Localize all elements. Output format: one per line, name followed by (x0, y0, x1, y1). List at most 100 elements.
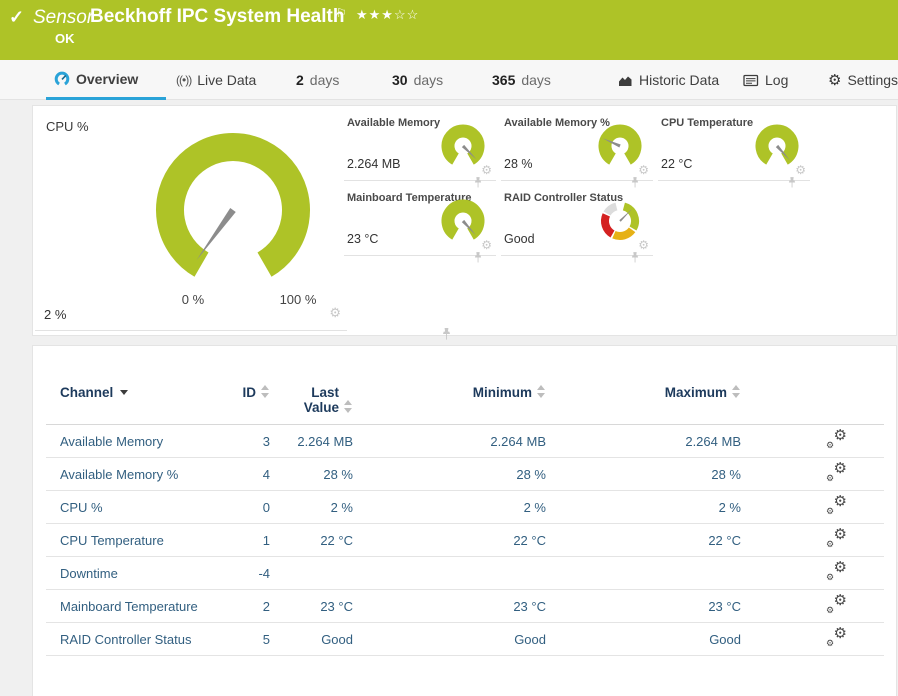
gear-icon[interactable]: ⚙ (481, 239, 492, 251)
gear-icon[interactable]: ⚙ (481, 164, 492, 176)
gear-icon[interactable]: ⚙ (638, 164, 649, 176)
tile-actions: ⚙ (638, 164, 649, 176)
channel-settings-icon[interactable]: ⚙⚙ (826, 530, 847, 547)
gear-icon[interactable]: ⚙ (638, 239, 649, 251)
tab-historic-data-label: Historic Data (639, 72, 719, 88)
pin-icon[interactable] (788, 177, 796, 188)
table-row: CPU Temperature 1 22 °C 22 °C 22 °C ⚙⚙ (46, 524, 884, 557)
channel-name-link[interactable]: CPU Temperature (60, 533, 205, 548)
tab-30-days[interactable]: 30 days (384, 60, 451, 100)
gauge-tile-cpu-percent: CPU % 0 % 100 % 2 % ⚙ (35, 108, 347, 331)
flag-icon[interactable]: ⚐ (336, 6, 347, 20)
tab-2-days-label: days (310, 72, 340, 88)
channel-maximum: 2 % (546, 500, 741, 515)
channel-settings-icon[interactable]: ⚙⚙ (826, 629, 847, 646)
tab-historic-data[interactable]: Historic Data (610, 60, 727, 100)
gauge-max-label: 100 % (265, 292, 331, 307)
tab-365-days-number: 365 (492, 72, 515, 88)
channel-last-value: 23 °C (270, 599, 353, 614)
tab-overview[interactable]: Overview (46, 60, 166, 100)
table-row: Downtime -4 ⚙⚙ (46, 557, 884, 590)
column-header-last-value[interactable]: Last Value (270, 385, 353, 415)
channel-maximum: 23 °C (546, 599, 741, 614)
channel-id: 4 (205, 467, 270, 482)
gauge-min-label: 0 % (163, 292, 223, 307)
tab-log[interactable]: Log (735, 60, 796, 100)
table-row: CPU % 0 2 % 2 % 2 % ⚙⚙ (46, 491, 884, 524)
column-header-id[interactable]: ID (205, 385, 270, 400)
table-row: Available Memory 3 2.264 MB 2.264 MB 2.2… (46, 425, 884, 458)
area-chart-icon (618, 74, 633, 87)
priority-stars[interactable]: ★★★☆☆ (356, 7, 419, 23)
table-row: RAID Controller Status 5 Good Good Good … (46, 623, 884, 656)
channel-id: 0 (205, 500, 270, 515)
pin-icon[interactable] (442, 328, 451, 340)
channel-last-value: 28 % (270, 467, 353, 482)
tab-log-label: Log (765, 72, 788, 88)
channel-maximum: 22 °C (546, 533, 741, 548)
gauge-value: 23 °C (347, 232, 378, 246)
column-header-maximum[interactable]: Maximum (546, 385, 741, 400)
overview-gauges-panel: CPU % 0 % 100 % 2 % ⚙ Available Memory 2… (32, 105, 897, 336)
channel-minimum: Good (353, 632, 546, 647)
column-header-minimum[interactable]: Minimum (353, 385, 546, 400)
channel-settings-icon[interactable]: ⚙⚙ (826, 431, 847, 448)
sort-icon (261, 385, 270, 398)
gear-icon[interactable]: ⚙ (329, 306, 341, 319)
pin-icon[interactable] (631, 252, 639, 263)
channel-id: 5 (205, 632, 270, 647)
gauge-tile-mainboard-temperature: Mainboard Temperature 23 °C ⚙ (344, 186, 496, 256)
tab-2-days-number: 2 (296, 72, 304, 88)
tile-actions: ⚙ (481, 239, 492, 251)
available-memory-percent-gauge (597, 124, 643, 170)
gauge-tile-available-memory: Available Memory 2.264 MB ⚙ (344, 111, 496, 181)
page-title: Beckhoff IPC System Health (90, 6, 344, 28)
channel-id: 3 (205, 434, 270, 449)
channel-settings-icon[interactable]: ⚙⚙ (826, 563, 847, 580)
gear-icon[interactable]: ⚙ (795, 164, 806, 176)
channel-settings-icon[interactable]: ⚙⚙ (826, 497, 847, 514)
tab-settings[interactable]: ⚙ Settings (820, 60, 898, 100)
channel-id: 1 (205, 533, 270, 548)
channel-name-link[interactable]: Available Memory (60, 434, 205, 449)
gauge-tile-raid-controller-status: RAID Controller Status Good ⚙ (501, 186, 653, 256)
tab-overview-label: Overview (76, 71, 138, 87)
channel-last-value: 2.264 MB (270, 434, 353, 449)
broadcast-icon: ((•)) (176, 73, 191, 87)
gauge-title: CPU Temperature (661, 117, 753, 129)
pin-icon[interactable] (474, 252, 482, 263)
status-badge: OK (55, 31, 75, 46)
channel-name-link[interactable]: RAID Controller Status (60, 632, 205, 647)
channel-last-value: 22 °C (270, 533, 353, 548)
channel-settings-icon[interactable]: ⚙⚙ (826, 596, 847, 613)
channel-maximum: 28 % (546, 467, 741, 482)
channel-name-link[interactable]: Downtime (60, 566, 205, 581)
gear-icon: ⚙ (828, 73, 841, 88)
sort-icon (537, 385, 546, 398)
channel-name-link[interactable]: Available Memory % (60, 467, 205, 482)
tab-settings-label: Settings (847, 72, 898, 88)
tab-live-data-label: Live Data (197, 72, 256, 88)
sort-icon (732, 385, 741, 398)
tab-live-data[interactable]: ((•)) Live Data (168, 60, 264, 100)
channel-name-link[interactable]: CPU % (60, 500, 205, 515)
channel-last-value: 2 % (270, 500, 353, 515)
column-header-channel[interactable]: Channel (60, 385, 205, 400)
gauge-title: CPU % (46, 119, 89, 134)
sort-desc-icon (120, 390, 128, 395)
raid-controller-status-gauge (597, 199, 643, 245)
channel-settings-icon[interactable]: ⚙⚙ (826, 464, 847, 481)
channel-id: -4 (205, 566, 270, 581)
channel-name-link[interactable]: Mainboard Temperature (60, 599, 205, 614)
cpu-percent-gauge (148, 130, 318, 300)
tab-2-days[interactable]: 2 days (288, 60, 347, 100)
stars-empty[interactable]: ☆☆ (394, 7, 419, 22)
gauge-value: 2.264 MB (347, 157, 401, 171)
stars-filled[interactable]: ★★★ (356, 7, 394, 22)
tile-actions: ⚙ (795, 164, 806, 176)
sensor-header: ✓ Sensor Beckhoff IPC System Health ⚐ ★★… (0, 0, 898, 60)
object-type-label: Sensor (33, 7, 93, 29)
gauge-title: Available Memory % (504, 117, 610, 129)
tab-365-days[interactable]: 365 days (484, 60, 559, 100)
channels-table: Channel ID Last Value Minimum Maximum Av… (46, 385, 884, 656)
